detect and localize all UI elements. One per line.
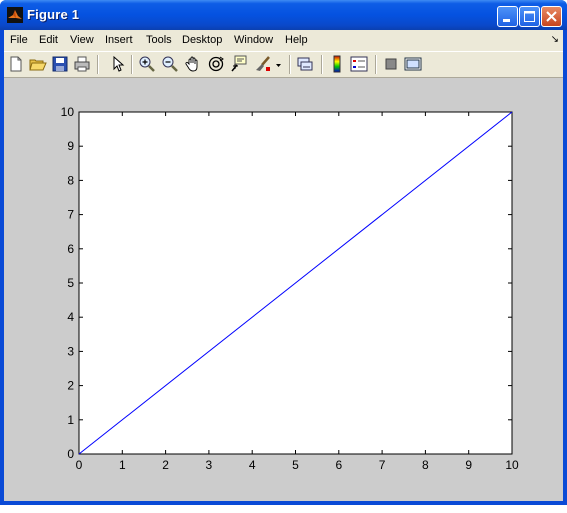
figure-toolbar	[4, 51, 563, 78]
figure-window: Figure 1 File Edit View Insert Tools Des…	[0, 0, 567, 505]
brush-button[interactable]	[254, 55, 272, 73]
y-tick-label: 3	[67, 344, 74, 358]
save-icon	[52, 56, 68, 72]
y-tick-label: 10	[61, 105, 75, 119]
menu-bar: File Edit View Insert Tools Desktop Wind…	[4, 30, 563, 51]
new-figure-button[interactable]	[7, 55, 25, 73]
y-tick-label: 5	[67, 276, 74, 290]
data-cursor-icon	[231, 55, 247, 72]
menu-insert[interactable]: Insert	[105, 34, 133, 46]
y-tick-label: 6	[67, 242, 74, 256]
print-icon	[74, 56, 90, 72]
hide-plot-tools-button[interactable]	[382, 55, 400, 73]
rotate-3d-icon	[208, 56, 224, 72]
open-file-button[interactable]	[29, 55, 47, 73]
pointer-icon	[113, 55, 125, 72]
brush-icon	[256, 56, 270, 71]
x-tick-label: 7	[379, 458, 386, 472]
close-icon	[546, 11, 557, 22]
maximize-button[interactable]	[519, 6, 540, 27]
colorbar-icon	[333, 55, 341, 73]
new-figure-icon	[10, 56, 22, 72]
show-plot-tools-icon	[404, 57, 422, 71]
figure-canvas[interactable]: 0 1 2 3 4 5 6 7 8 9 10 0 1 2 3 4 5 6 7 8 9 10	[4, 78, 563, 501]
x-tick-label: 2	[162, 458, 169, 472]
title-bar[interactable]: Figure 1	[0, 0, 567, 30]
pan-icon	[185, 56, 198, 72]
x-tick-label: 5	[292, 458, 299, 472]
edit-plot-button[interactable]	[108, 55, 126, 73]
menu-view[interactable]: View	[70, 34, 94, 46]
maximize-icon	[524, 11, 535, 22]
menu-tools[interactable]: Tools	[146, 34, 172, 46]
toolbar-separator	[321, 55, 323, 74]
y-tick-label: 7	[67, 208, 74, 222]
brush-dropdown-button[interactable]	[274, 55, 283, 73]
close-button[interactable]	[541, 6, 562, 27]
toolbar-separator	[131, 55, 133, 74]
pan-button[interactable]	[184, 55, 202, 73]
zoom-out-button[interactable]	[161, 55, 179, 73]
toolbar-separator	[97, 55, 99, 74]
data-cursor-button[interactable]	[230, 55, 248, 73]
x-tick-label: 4	[249, 458, 256, 472]
y-tick-label: 1	[67, 413, 74, 427]
x-tick-label: 10	[505, 458, 519, 472]
legend-button[interactable]	[350, 55, 368, 73]
brush-dropdown-icon	[276, 64, 281, 67]
menu-help[interactable]: Help	[285, 34, 308, 46]
menu-desktop[interactable]: Desktop	[182, 34, 222, 46]
print-button[interactable]	[73, 55, 91, 73]
colorbar-button[interactable]	[328, 55, 346, 73]
minimize-button[interactable]	[497, 6, 518, 27]
y-tick-label: 4	[67, 310, 74, 324]
x-tick-label: 6	[335, 458, 342, 472]
hide-plot-tools-icon	[385, 58, 397, 70]
toolbar-separator	[289, 55, 291, 74]
link-plot-icon	[297, 57, 313, 71]
x-tick-label: 8	[422, 458, 429, 472]
x-tick-label: 3	[206, 458, 213, 472]
open-file-icon	[29, 59, 47, 71]
plot-axes[interactable]: 0 1 2 3 4 5 6 7 8 9 10 0 1 2 3 4 5 6 7 8 9 10	[4, 78, 563, 501]
zoom-in-icon	[139, 56, 155, 72]
x-tick-label: 1	[119, 458, 126, 472]
y-tick-label: 2	[67, 379, 74, 393]
x-tick-label: 0	[76, 458, 83, 472]
minimize-icon	[503, 19, 510, 22]
menu-edit[interactable]: Edit	[39, 34, 58, 46]
show-plot-tools-button[interactable]	[404, 55, 422, 73]
y-tick-label: 0	[67, 447, 74, 461]
zoom-in-button[interactable]	[138, 55, 156, 73]
window-title: Figure 1	[27, 7, 80, 22]
menu-overflow-icon[interactable]: ↘	[551, 34, 559, 45]
link-plot-button[interactable]	[296, 55, 314, 73]
x-tick-label: 9	[465, 458, 472, 472]
rotate-3d-button[interactable]	[207, 55, 225, 73]
window-client: File Edit View Insert Tools Desktop Wind…	[4, 30, 563, 501]
legend-icon	[350, 56, 368, 72]
zoom-out-icon	[162, 56, 178, 72]
toolbar-separator	[375, 55, 377, 74]
y-tick-label: 9	[67, 139, 74, 153]
matlab-icon[interactable]	[7, 7, 23, 23]
menu-window[interactable]: Window	[234, 34, 273, 46]
save-button[interactable]	[51, 55, 69, 73]
menu-file[interactable]: File	[10, 34, 28, 46]
y-tick-label: 8	[67, 173, 74, 187]
